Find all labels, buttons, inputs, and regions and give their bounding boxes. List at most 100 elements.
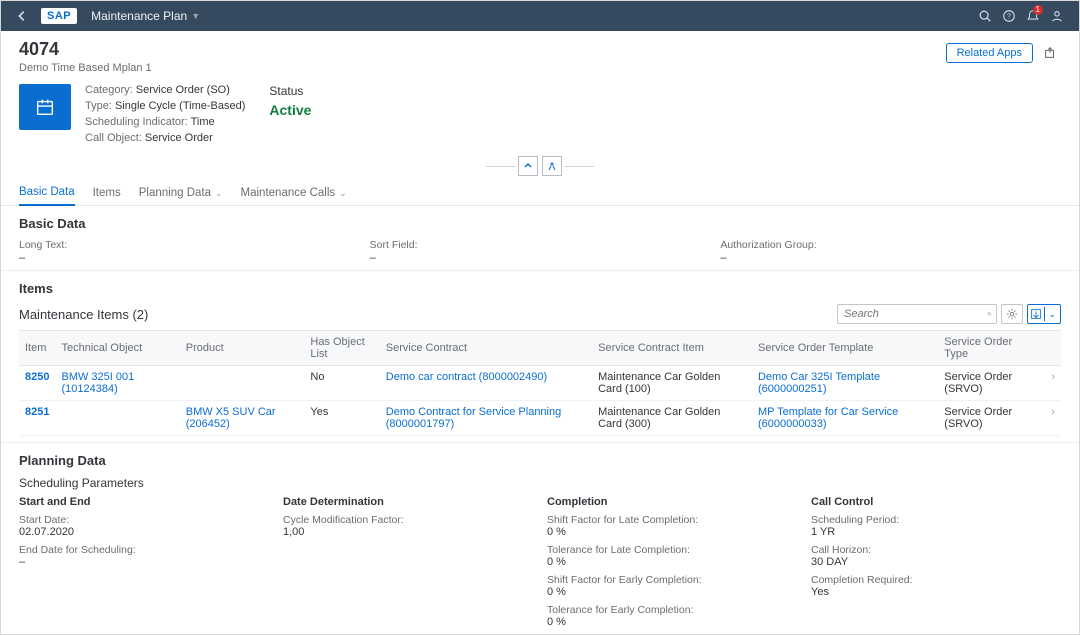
col-head: Call Control [811,496,1061,508]
col-head: Completion [547,496,797,508]
completion-req-label: Completion Required: [811,574,1061,586]
sf-late-label: Shift Factor for Late Completion: [547,514,797,526]
item-link[interactable]: 8250 [19,366,55,401]
tol-late-value: 0 % [547,556,797,568]
service-contract-link[interactable]: Demo Contract for Service Planning (8000… [380,401,592,436]
object-facts: Category: Service Order (SO) Type: Singl… [85,84,245,144]
object-subtitle: Demo Time Based Mplan 1 [19,62,152,74]
sort-field-label: Sort Field: [370,239,711,251]
col-has-object-list: Has Object List [304,331,379,366]
call-horizon-label: Call Horizon: [811,544,1061,556]
has-object-list: No [304,366,379,401]
service-order-template-link[interactable]: MP Template for Car Service (6000000033) [752,401,938,436]
shell-bar: SAP Maintenance Plan ▼ ? 1 [1,1,1079,31]
item-link[interactable]: 8251 [19,401,55,436]
tab-items[interactable]: Items [93,181,121,205]
product-link[interactable]: BMW X5 SUV Car (206452) [180,401,305,436]
items-search[interactable] [837,304,997,324]
col-tech-object: Technical Object [55,331,179,366]
page-content: Basic Data Long Text:– Sort Field:– Auth… [1,206,1079,635]
long-text-label: Long Text: [19,239,360,251]
maintenance-items-table: Item Technical Object Product Has Object… [19,330,1061,436]
tab-maintenance-calls[interactable]: Maintenance Calls ⌄ [241,181,347,205]
col-head: Date Determination [283,496,533,508]
auth-group-value: – [720,252,1061,264]
tol-early-value: 0 % [547,616,797,628]
col-head: Start and End [19,496,269,508]
sf-early-value: 0 % [547,586,797,598]
user-icon[interactable] [1045,5,1069,27]
type-value: Single Cycle (Time-Based) [115,100,245,112]
row-nav-icon[interactable]: › [1041,366,1061,401]
chevron-down-icon: ⌄ [339,188,347,199]
start-date-label: Start Date: [19,514,269,526]
help-icon[interactable]: ? [997,5,1021,27]
has-object-list: Yes [304,401,379,436]
section-planning-data: Planning Data Scheduling Parameters Star… [1,443,1079,635]
header-collapse-controls [1,156,1079,176]
call-horizon-value: 30 DAY [811,556,1061,568]
chevron-down-icon: ▼ [191,11,200,21]
row-nav-icon[interactable]: › [1041,401,1061,436]
sf-late-value: 0 % [547,526,797,538]
col-start-end: Start and End Start Date:02.07.2020 End … [19,496,269,634]
app-title-selector[interactable]: Maintenance Plan ▼ [91,9,200,23]
col-date-determination: Date Determination Cycle Modification Fa… [283,496,533,634]
service-contract-link[interactable]: Demo car contract (8000002490) [380,366,592,401]
search-input[interactable] [844,308,987,320]
end-date-label: End Date for Scheduling: [19,544,269,556]
service-contract-item: Maintenance Car Golden Card (300) [592,401,752,436]
object-header-content: Category: Service Order (SO) Type: Singl… [1,78,1079,154]
section-title: Basic Data [19,216,1061,231]
auth-group-label: Authorization Group: [720,239,1061,251]
subsection-title: Scheduling Parameters [19,476,1061,490]
search-icon [987,307,992,321]
category-value: Service Order (SO) [136,84,230,96]
col-service-contract-item: Service Contract Item [592,331,752,366]
sort-field-value: – [370,252,711,264]
back-button[interactable] [11,5,33,27]
notifications-icon[interactable]: 1 [1021,5,1045,27]
sched-period-label: Scheduling Period: [811,514,1061,526]
table-header-row: Item Technical Object Product Has Object… [19,331,1061,366]
items-table-title: Maintenance Items (2) [19,307,148,322]
app-title: Maintenance Plan [91,9,187,23]
tol-early-label: Tolerance for Early Completion: [547,604,797,616]
tab-basic-data[interactable]: Basic Data [19,180,75,206]
share-icon[interactable] [1039,43,1061,66]
chevron-down-icon: ⌄ [1048,309,1056,320]
tech-object-link[interactable]: BMW 325I 001 (10124384) [55,366,179,401]
tab-planning-data[interactable]: Planning Data ⌄ [139,181,223,205]
svg-text:?: ? [1007,14,1011,21]
sap-logo: SAP [41,8,77,24]
col-service-order-template: Service Order Template [752,331,938,366]
service-order-template-link[interactable]: Demo Car 325I Template (6000000251) [752,366,938,401]
pin-header-button[interactable] [542,156,562,176]
table-row[interactable]: 8250 BMW 325I 001 (10124384) No Demo car… [19,366,1061,401]
service-contract-item: Maintenance Car Golden Card (100) [592,366,752,401]
start-date-value: 02.07.2020 [19,526,269,538]
table-export-button[interactable]: ⌄ [1027,304,1061,324]
status-label: Status [269,84,311,98]
service-order-type: Service Order (SRVO) [938,401,1041,436]
status-value: Active [269,102,311,118]
object-icon [19,84,71,130]
chevron-down-icon: ⌄ [215,188,223,199]
tech-object-link[interactable] [55,401,179,436]
section-basic-data: Basic Data Long Text:– Sort Field:– Auth… [1,206,1079,271]
search-icon[interactable] [973,5,997,27]
completion-req-value: Yes [811,586,1061,598]
long-text-value: – [19,252,360,264]
status-block: Status Active [269,84,311,118]
related-apps-button[interactable]: Related Apps [946,43,1033,63]
tab-planning-label: Planning Data [139,187,211,199]
collapse-header-button[interactable] [518,156,538,176]
table-settings-button[interactable] [1001,304,1023,324]
product-link[interactable] [180,366,305,401]
call-object-value: Service Order [145,132,213,144]
sched-period-value: 1 YR [811,526,1061,538]
col-call-control: Call Control Scheduling Period:1 YR Call… [811,496,1061,634]
cycle-mod-value: 1,00 [283,526,533,538]
table-row[interactable]: 8251 BMW X5 SUV Car (206452) Yes Demo Co… [19,401,1061,436]
notifications-badge: 1 [1033,5,1043,15]
